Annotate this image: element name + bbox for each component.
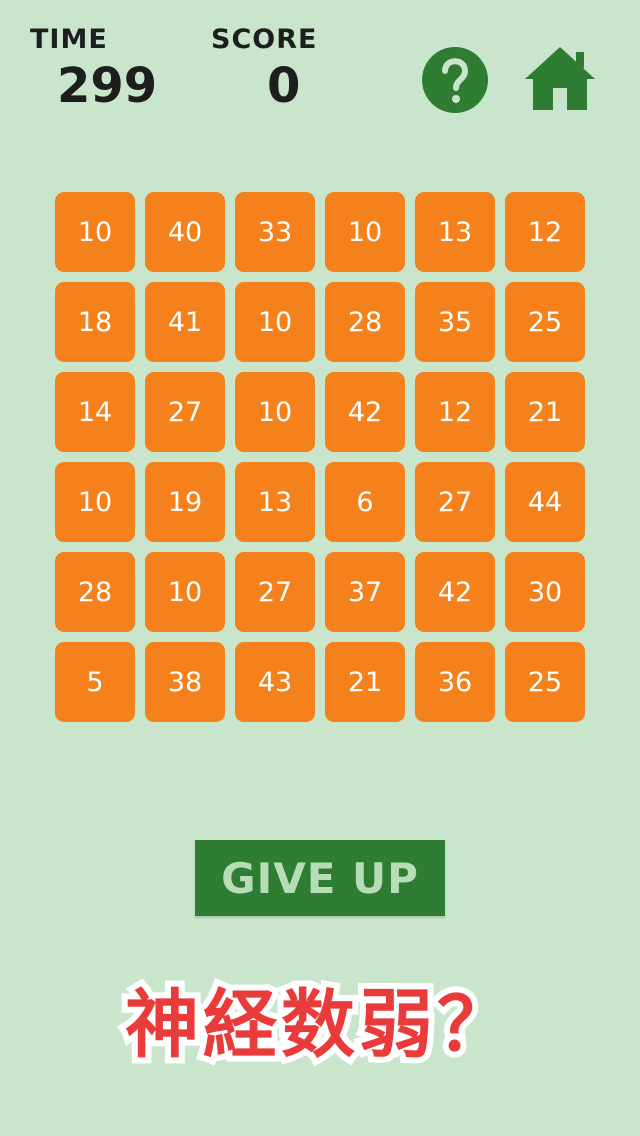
number-tile[interactable]: 44 — [505, 462, 585, 542]
number-tile[interactable]: 27 — [235, 552, 315, 632]
number-tile[interactable]: 42 — [415, 552, 495, 632]
number-tile[interactable]: 41 — [145, 282, 225, 362]
number-tile[interactable]: 10 — [325, 192, 405, 272]
title-banner: 神経数弱？ — [119, 976, 517, 1074]
number-tile[interactable]: 35 — [415, 282, 495, 362]
number-tile[interactable]: 28 — [55, 552, 135, 632]
home-button[interactable] — [524, 46, 595, 114]
number-tile[interactable]: 21 — [325, 642, 405, 722]
number-tile[interactable]: 5 — [55, 642, 135, 722]
number-tile[interactable]: 27 — [145, 372, 225, 452]
number-tile[interactable]: 10 — [235, 372, 315, 452]
number-tile[interactable]: 36 — [415, 642, 495, 722]
number-tile[interactable]: 10 — [235, 282, 315, 362]
number-tile[interactable]: 27 — [415, 462, 495, 542]
time-label: TIME — [30, 24, 108, 55]
number-tile[interactable]: 10 — [145, 552, 225, 632]
number-tile[interactable]: 37 — [325, 552, 405, 632]
number-tile[interactable]: 40 — [145, 192, 225, 272]
number-tile[interactable]: 6 — [325, 462, 405, 542]
number-tile[interactable]: 10 — [55, 462, 135, 542]
score-value: 0 — [267, 58, 301, 114]
number-tile[interactable]: 38 — [145, 642, 225, 722]
number-grid: 10 40 33 10 13 12 18 41 10 28 35 25 14 27 10 42 12 21 10 19… — [55, 192, 585, 722]
number-tile[interactable]: 18 — [55, 282, 135, 362]
number-tile[interactable]: 43 — [235, 642, 315, 722]
number-tile[interactable]: 30 — [505, 552, 585, 632]
number-tile[interactable]: 12 — [415, 372, 495, 452]
help-button[interactable] — [421, 46, 489, 114]
number-tile[interactable]: 19 — [145, 462, 225, 542]
number-tile[interactable]: 33 — [235, 192, 315, 272]
number-tile[interactable]: 10 — [55, 192, 135, 272]
number-tile[interactable]: 42 — [325, 372, 405, 452]
home-icon — [525, 47, 595, 110]
number-tile[interactable]: 13 — [415, 192, 495, 272]
number-tile[interactable]: 25 — [505, 282, 585, 362]
number-tile[interactable]: 13 — [235, 462, 315, 542]
time-value: 299 — [57, 58, 158, 114]
number-tile[interactable]: 25 — [505, 642, 585, 722]
number-tile[interactable]: 28 — [325, 282, 405, 362]
question-icon — [422, 47, 488, 113]
number-tile[interactable]: 12 — [505, 192, 585, 272]
give-up-button[interactable]: GIVE UP — [195, 840, 445, 916]
number-tile[interactable]: 14 — [55, 372, 135, 452]
score-label: SCORE — [211, 24, 318, 55]
number-tile[interactable]: 21 — [505, 372, 585, 452]
